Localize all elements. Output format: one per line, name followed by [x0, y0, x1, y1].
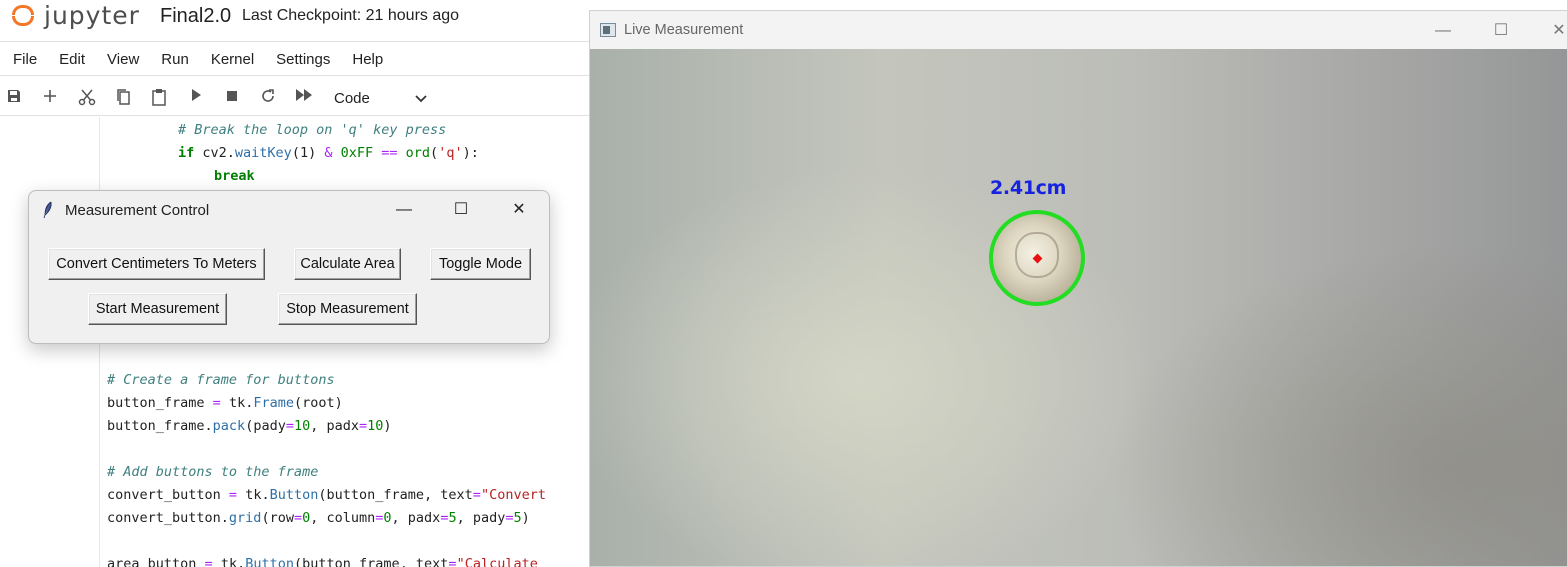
menu-help[interactable]: Help: [352, 51, 383, 68]
jupyter-logo[interactable]: jupyter: [10, 0, 140, 30]
restart-icon[interactable]: [258, 88, 278, 108]
save-icon[interactable]: [4, 88, 24, 108]
cell-type-value: Code: [334, 90, 370, 107]
window-app-icon: [600, 23, 616, 37]
convert-cm-to-m-button[interactable]: Convert Centimeters To Meters: [48, 248, 265, 280]
checkpoint-status: Last Checkpoint: 21 hours ago: [242, 7, 460, 24]
menu-settings[interactable]: Settings: [276, 51, 330, 68]
tk-title-bar[interactable]: Measurement Control — ☐ ✕: [29, 191, 549, 229]
cell-type-select[interactable]: Code: [330, 88, 434, 110]
menu-kernel[interactable]: Kernel: [211, 51, 254, 68]
code-line: button_frame = tk.Frame(root): [107, 395, 343, 411]
close-button[interactable]: ✕: [496, 197, 542, 223]
notebook-name[interactable]: Final2.0: [160, 5, 231, 28]
menu-edit[interactable]: Edit: [59, 51, 85, 68]
code-line: button_frame.pack(pady=10, padx=10): [107, 418, 392, 434]
camera-feed: 2.41cm: [590, 49, 1567, 566]
stop-icon[interactable]: [222, 88, 242, 108]
maximize-button[interactable]: ☐: [1478, 19, 1524, 43]
jupyter-logo-text: jupyter: [44, 0, 140, 30]
menu-run[interactable]: Run: [161, 51, 189, 68]
code-line: convert_button.grid(row=0, column=0, pad…: [107, 510, 530, 526]
code-line: # Add buttons to the frame: [107, 464, 319, 480]
code-line: area_button = tk.Button(button_frame, te…: [107, 556, 538, 567]
paste-icon[interactable]: [149, 88, 169, 108]
notebook-header: jupyter Final2.0 Last Checkpoint: 21 hou…: [0, 0, 600, 42]
close-button[interactable]: ✕: [1536, 19, 1567, 43]
code-line: break: [214, 168, 255, 184]
minimize-button[interactable]: —: [381, 197, 427, 223]
calculate-area-button[interactable]: Calculate Area: [294, 248, 401, 280]
code-line: # Break the loop on 'q' key press: [178, 122, 447, 138]
code-line: if cv2.waitKey(1) & 0xFF == ord('q'):: [178, 145, 479, 161]
start-measurement-button[interactable]: Start Measurement: [88, 293, 227, 325]
stop-measurement-button[interactable]: Stop Measurement: [278, 293, 417, 325]
live-title-bar[interactable]: Live Measurement — ☐ ✕: [590, 11, 1567, 49]
toggle-mode-button[interactable]: Toggle Mode: [430, 248, 531, 280]
run-icon[interactable]: [186, 88, 206, 108]
tk-window-title: Measurement Control: [65, 202, 210, 219]
code-line: # Create a frame for buttons: [107, 372, 335, 388]
detected-coin-outline: [989, 210, 1085, 306]
fast-forward-icon[interactable]: [294, 88, 314, 108]
measurement-label: 2.41cm: [990, 177, 1067, 199]
notebook-toolbar: Code: [0, 80, 600, 116]
menu-file[interactable]: File: [13, 51, 37, 68]
chevron-down-icon: [414, 88, 428, 117]
add-cell-icon[interactable]: [40, 88, 60, 108]
measurement-control-window: Measurement Control — ☐ ✕ Convert Centim…: [28, 190, 550, 344]
cut-icon[interactable]: [77, 88, 97, 108]
jupyter-logo-icon: [10, 2, 36, 28]
live-measurement-window: Live Measurement — ☐ ✕ 2.41cm: [589, 10, 1567, 567]
live-window-title: Live Measurement: [624, 22, 744, 38]
feather-icon: [43, 201, 52, 219]
minimize-button[interactable]: —: [1420, 19, 1466, 43]
maximize-button[interactable]: ☐: [438, 197, 484, 223]
menu-bar: File Edit View Run Kernel Settings Help: [0, 44, 600, 76]
menu-view[interactable]: View: [107, 51, 139, 68]
copy-icon[interactable]: [113, 88, 133, 108]
code-line: convert_button = tk.Button(button_frame,…: [107, 487, 546, 503]
